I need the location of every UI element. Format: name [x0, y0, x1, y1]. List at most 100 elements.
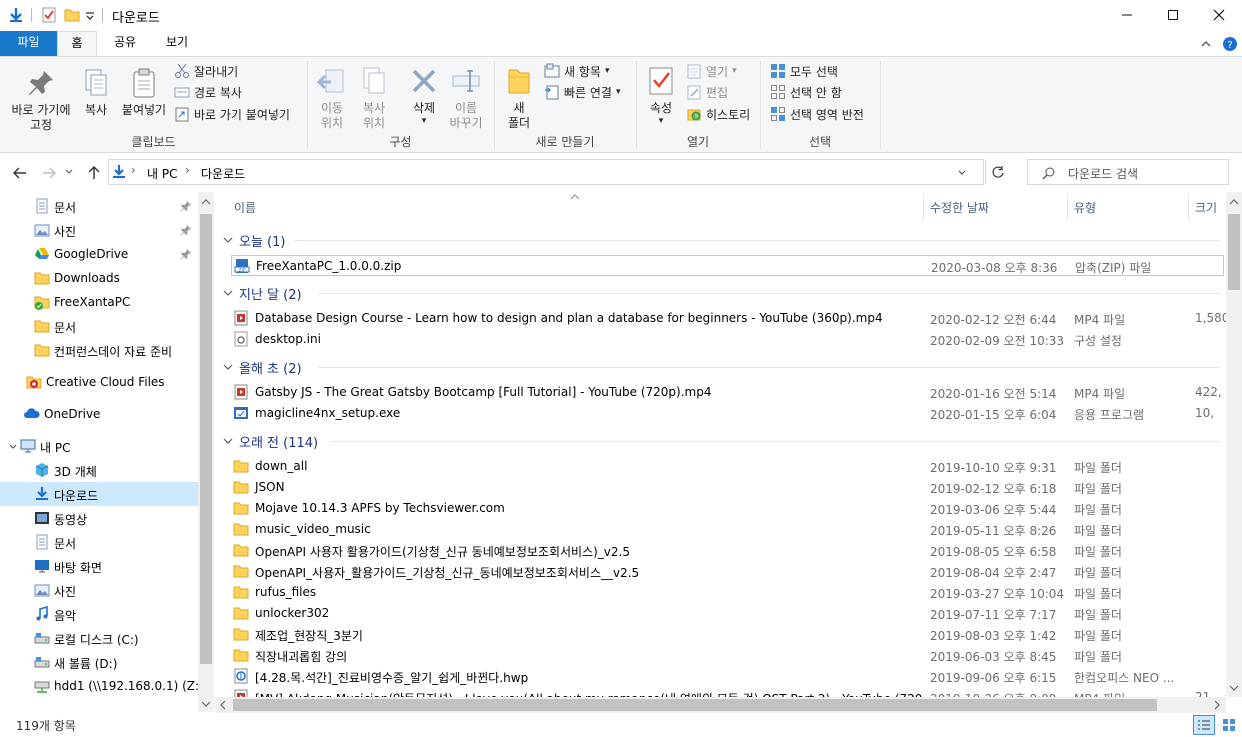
sidebar-item[interactable]: 사진 [0, 218, 198, 242]
file-scroll-thumb[interactable] [1228, 214, 1240, 290]
collapse-ribbon-icon[interactable] [1200, 39, 1212, 49]
group-header[interactable]: 올해 초 (2) [223, 357, 302, 377]
breadcrumb-my-pc[interactable]: 내 PC [147, 165, 177, 182]
details-view-button[interactable] [1193, 715, 1215, 735]
sidebar-item[interactable]: 문서 [0, 194, 198, 218]
file-row[interactable]: rufus_files 2019-03-27 오후 10:04 파일 폴더 [231, 582, 1224, 603]
scroll-left-icon[interactable] [219, 700, 227, 710]
group-header[interactable]: 지난 달 (2) [223, 283, 302, 303]
search-box[interactable]: 다운로드 검색 [1027, 159, 1229, 185]
sidebar-item[interactable]: FreeXantaPC [0, 290, 198, 314]
copy-to-button[interactable]: 복사 위치 [354, 65, 394, 131]
nav-scroll-thumb[interactable] [200, 214, 212, 664]
delete-button[interactable]: 삭제 ▾ [404, 65, 444, 126]
open-button[interactable]: 열기 ▾ [686, 61, 737, 81]
file-row[interactable]: desktop.ini 2020-02-09 오전 10:33 구성 설정 [231, 329, 1224, 350]
horizontal-scroll-thumb[interactable] [233, 699, 1157, 711]
file-row[interactable]: [4.28.목.석간]_진료비영수증_알기_쉽게_바뀐다.hwp 2019-09-… [231, 666, 1224, 687]
maximize-button[interactable] [1150, 0, 1196, 30]
column-header-date[interactable]: 수정한 날짜 [930, 199, 989, 216]
file-row[interactable]: JSON 2019-02-12 오후 6:18 파일 폴더 [231, 477, 1224, 498]
sidebar-item[interactable]: hdd1 (\\192.168.0.1) (Z:) [0, 674, 204, 698]
sidebar-item[interactable]: 문서 [0, 314, 198, 338]
file-row[interactable]: ZIP FreeXantaPC_1.0.0.0.zip 2020-03-08 오후 … [231, 255, 1224, 276]
file-row[interactable]: OpenAPI_사용자_활용가이드_기상청_신규_동네예보정보조회서비스__v2… [231, 561, 1224, 582]
sidebar-item[interactable]: 3D 개체 [0, 458, 198, 482]
copy-path-button[interactable]: 경로 복사 [174, 82, 242, 102]
back-icon[interactable] [12, 165, 28, 181]
tab-view[interactable]: 보기 [155, 31, 199, 56]
scroll-up-icon[interactable] [201, 198, 211, 206]
select-all-button[interactable]: 모두 선택 [770, 61, 838, 81]
sidebar-item[interactable]: Creative Cloud Files [0, 370, 198, 394]
select-none-button[interactable]: 선택 안 함 [770, 82, 842, 102]
history-button[interactable]: 히스토리 [686, 104, 750, 124]
edit-button[interactable]: 편집 [686, 82, 728, 102]
new-folder-icon[interactable] [64, 7, 80, 23]
address-dropdown-icon[interactable] [957, 168, 967, 178]
easy-access-button[interactable]: 빠른 연결 ▾ [544, 82, 621, 102]
scroll-down-icon[interactable] [201, 700, 211, 708]
horizontal-scrollbar[interactable] [215, 697, 1226, 713]
group-collapse-icon[interactable] [223, 288, 233, 298]
group-collapse-icon[interactable] [223, 235, 233, 245]
group-header[interactable]: 오늘 (1) [223, 230, 285, 250]
file-row[interactable]: [MV] Akdong Musician(악동뮤지션) - I love you… [231, 687, 1224, 697]
pin-to-quick-access-button[interactable]: 바로 가기에 고정 [4, 67, 78, 133]
sidebar-item[interactable]: 새 볼륨 (D:) [0, 650, 198, 674]
delete-dropdown-icon[interactable]: ▾ [404, 116, 444, 126]
scroll-up-icon[interactable] [1229, 198, 1239, 206]
file-row[interactable]: music_video_music 2019-05-11 오후 8:26 파일 폴더 [231, 519, 1224, 540]
recent-chevron-icon[interactable] [64, 167, 74, 177]
column-header-size[interactable]: 크기 [1195, 199, 1217, 216]
sidebar-item[interactable]: 사진 [0, 578, 198, 602]
column-header-type[interactable]: 유형 [1074, 199, 1096, 216]
file-row[interactable]: Gatsby JS - The Great Gatsby Bootcamp [F… [231, 382, 1224, 403]
move-to-button[interactable]: 이동 위치 [312, 65, 352, 131]
help-icon[interactable]: ? [1222, 36, 1238, 52]
up-icon[interactable] [86, 165, 102, 181]
file-row[interactable]: Mojave 10.14.3 APFS by Techsviewer.com 20… [231, 498, 1224, 519]
paste-shortcut-button[interactable]: 바로 가기 붙여넣기 [174, 104, 290, 124]
properties-check-icon[interactable] [41, 7, 57, 23]
paste-button[interactable]: 붙여넣기 [118, 67, 170, 118]
group-collapse-icon[interactable] [223, 436, 233, 446]
properties-button[interactable]: 속성 ▾ [642, 65, 680, 126]
file-row[interactable]: 제조업_현장직_3분기 2019-08-03 오후 1:42 파일 폴더 [231, 624, 1224, 645]
file-row[interactable]: 직장내괴롭힘 강의 2019-06-03 오후 8:45 파일 폴더 [231, 645, 1224, 666]
invert-selection-button[interactable]: 선택 영역 반전 [770, 104, 864, 124]
tab-home[interactable]: 홈 [57, 31, 97, 57]
sidebar-item[interactable]: 음악 [0, 602, 198, 626]
close-button[interactable] [1196, 0, 1242, 30]
group-header[interactable]: 오래 전 (114) [223, 431, 318, 451]
file-row[interactable]: magicline4nx_setup.exe 2020-01-15 오후 6:04… [231, 403, 1224, 424]
forward-icon[interactable] [41, 165, 57, 181]
file-list-scrollbar[interactable] [1226, 192, 1242, 697]
breadcrumb-downloads[interactable]: 다운로드 [201, 165, 245, 182]
scroll-down-icon[interactable] [1229, 684, 1239, 692]
tab-share[interactable]: 공유 [103, 31, 147, 56]
file-row[interactable]: down_all 2019-10-10 오후 9:31 파일 폴더 [231, 456, 1224, 477]
new-item-button[interactable]: 새 항목 ▾ [544, 61, 609, 81]
sidebar-item[interactable]: 내 PC [0, 434, 198, 458]
new-folder-button[interactable]: 새 폴더 [500, 65, 538, 131]
sidebar-item[interactable]: 로컬 디스크 (C:) [0, 626, 198, 650]
file-row[interactable]: OpenAPI 사용자 활용가이드(기상청_신규 동네예보정보조회서비스)_v2… [231, 540, 1224, 561]
address-bar[interactable]: › 내 PC › 다운로드 [108, 159, 1004, 185]
chevron-down-icon[interactable] [84, 7, 96, 23]
sidebar-item[interactable]: GoogleDrive [0, 242, 198, 266]
group-collapse-icon[interactable] [223, 362, 233, 372]
cut-button[interactable]: 잘라내기 [174, 61, 238, 81]
nav-scrollbar[interactable] [198, 192, 214, 712]
column-header-name[interactable]: 이름 [234, 199, 256, 216]
sidebar-item[interactable]: OneDrive [0, 402, 198, 426]
sidebar-item[interactable]: Downloads [0, 266, 198, 290]
search-input[interactable]: 다운로드 검색 [1068, 165, 1138, 182]
sidebar-item[interactable]: 문서 [0, 530, 198, 554]
large-icons-view-button[interactable] [1219, 715, 1239, 735]
file-row[interactable]: Database Design Course - Learn how to de… [231, 308, 1226, 329]
scroll-right-icon[interactable] [1213, 700, 1221, 710]
copy-button[interactable]: 복사 [78, 67, 114, 118]
sidebar-item[interactable]: 바탕 화면 [0, 554, 198, 578]
sidebar-item[interactable]: 컨퍼런스데이 자료 준비 [0, 338, 198, 362]
